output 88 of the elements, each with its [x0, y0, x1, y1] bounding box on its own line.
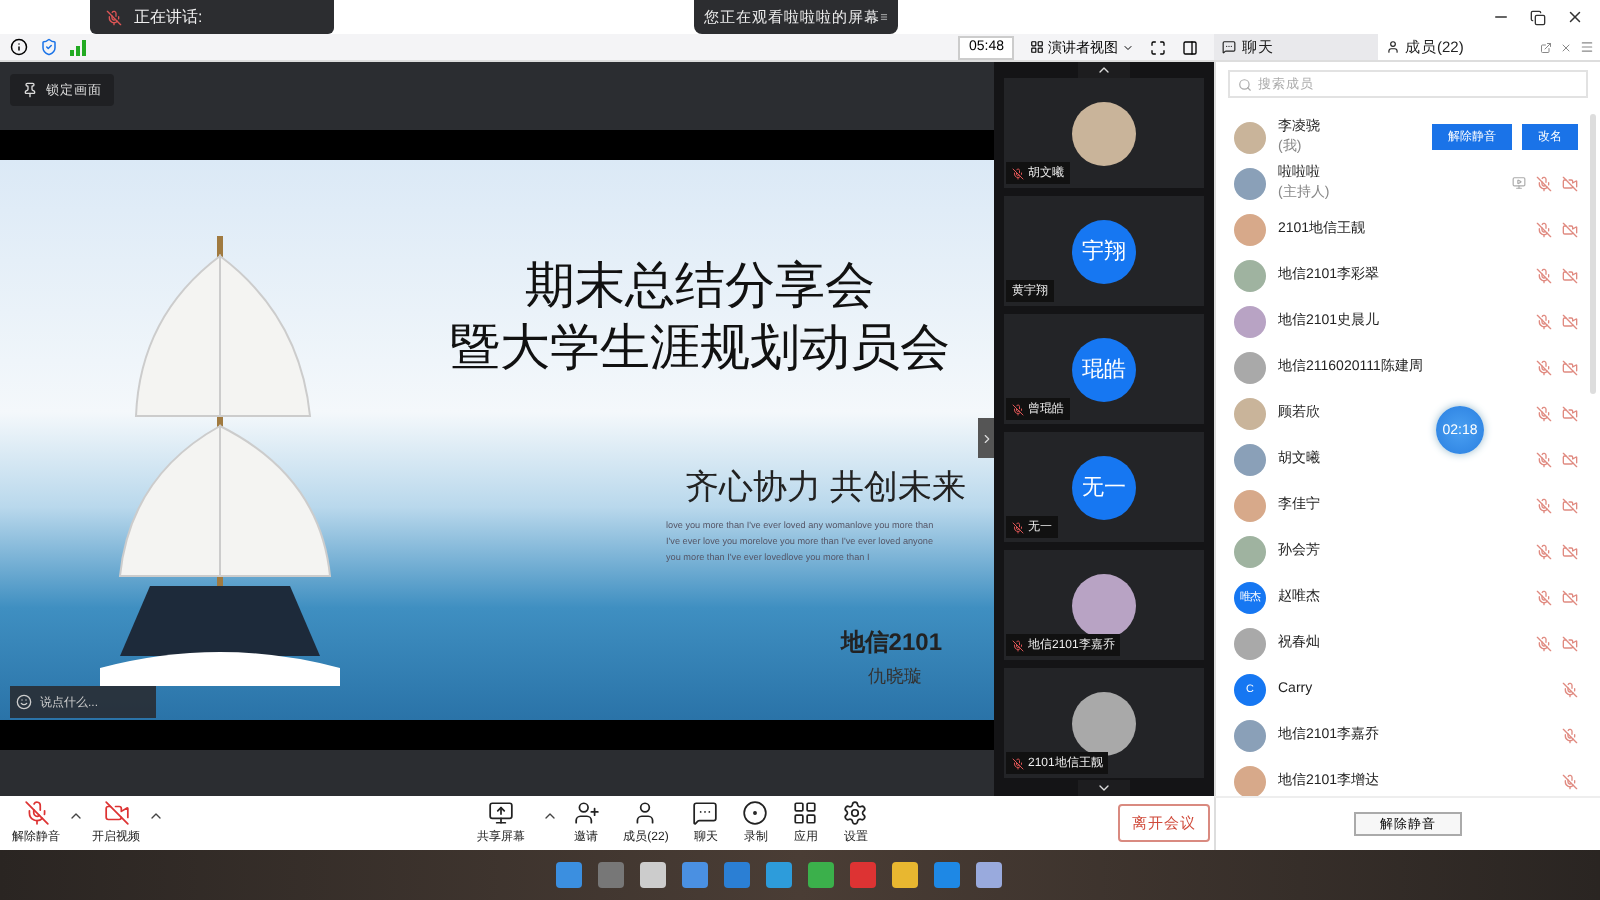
microphone-muted-icon[interactable] [1536, 359, 1552, 375]
speaking-label: 正在讲话: [134, 6, 203, 28]
person-icon [632, 800, 659, 826]
signal-icon [70, 39, 86, 55]
microphone-muted-icon [106, 9, 122, 25]
avatar-circle [1234, 719, 1266, 751]
slide-title: 期末总结分享会 [525, 256, 875, 318]
taskbar-app-icon[interactable] [976, 862, 1002, 888]
search-icon [1238, 77, 1252, 91]
taskbar-app-icon[interactable] [640, 862, 666, 888]
microphone-muted-icon[interactable] [1562, 727, 1578, 743]
person-icon [1385, 40, 1399, 54]
taskbar-app-icon[interactable] [682, 862, 708, 888]
microphone-muted-icon[interactable] [1536, 221, 1552, 237]
avatar-circle [1072, 573, 1136, 637]
avatar-circle [1234, 121, 1266, 153]
avatar-circle [1234, 765, 1266, 796]
microphone-muted-icon[interactable] [1536, 313, 1552, 329]
pin-icon [22, 82, 38, 98]
avatar-circle [1234, 489, 1266, 521]
close-icon[interactable] [1566, 8, 1584, 26]
microphone-muted-icon[interactable] [1562, 773, 1578, 789]
taskbar-app-icon[interactable] [724, 862, 750, 888]
camera-off-icon[interactable] [1562, 497, 1578, 513]
scroll-up-caret[interactable] [1078, 62, 1130, 78]
shield-icon[interactable] [40, 38, 58, 56]
scroll-down-caret[interactable] [1078, 780, 1130, 796]
camera-off-icon[interactable] [1562, 543, 1578, 559]
avatar-circle [1234, 213, 1266, 245]
slide-slogan: 齐心协力 共创未来 [684, 466, 966, 510]
expand-handle[interactable] [978, 418, 994, 458]
taskbar-app-icon[interactable] [892, 862, 918, 888]
microphone-muted-icon[interactable] [1562, 681, 1578, 697]
microphone-muted-icon[interactable] [1536, 589, 1552, 605]
record-icon [742, 800, 769, 826]
avatar-circle [1234, 397, 1266, 429]
share-screen-icon [488, 800, 515, 826]
menu-icon[interactable] [1580, 40, 1594, 54]
pop-out-icon[interactable] [1540, 41, 1552, 53]
microphone-muted-icon[interactable] [1536, 543, 1552, 559]
microphone-muted-icon [23, 800, 49, 826]
avatar-circle [1234, 443, 1266, 475]
avatar-circle [1234, 259, 1266, 291]
microphone-muted-icon[interactable] [1536, 497, 1552, 513]
info-icon[interactable] [10, 38, 28, 56]
camera-off-icon[interactable] [1562, 635, 1578, 651]
camera-off-icon[interactable] [1562, 313, 1578, 329]
microphone-muted-icon[interactable] [1536, 405, 1552, 421]
smile-icon[interactable] [16, 694, 32, 710]
caret-icon [1122, 41, 1134, 53]
camera-off-icon[interactable] [1562, 267, 1578, 283]
person-plus-icon [573, 800, 600, 826]
avatar-circle [1234, 305, 1266, 337]
avatar-circle [1072, 691, 1136, 755]
taskbar-app-icon[interactable] [808, 862, 834, 888]
initials-avatar: 无一 [1072, 455, 1136, 519]
taskbar-app-icon[interactable] [766, 862, 792, 888]
microphone-muted-icon[interactable] [1536, 635, 1552, 651]
taskbar-app-icon[interactable] [556, 862, 582, 888]
camera-off-icon [103, 800, 129, 826]
slide-class-name: 地信2101 [840, 626, 942, 660]
microphone-muted-icon[interactable] [1536, 267, 1552, 283]
avatar-circle [1072, 101, 1136, 165]
avatar-circle [1234, 535, 1266, 567]
avatar-circle [1234, 167, 1266, 199]
camera-off-icon[interactable] [1562, 589, 1578, 605]
microphone-muted-icon[interactable] [1536, 175, 1552, 191]
camera-off-icon[interactable] [1562, 451, 1578, 467]
apps-grid-icon [792, 800, 819, 826]
taskbar-app-icon[interactable] [934, 862, 960, 888]
camera-off-icon[interactable] [1562, 405, 1578, 421]
microphone-muted-icon[interactable] [1536, 451, 1552, 467]
avatar-circle [1234, 351, 1266, 383]
grid-icon [1030, 40, 1044, 54]
slide-author: 仇晓璇 [868, 664, 922, 690]
chat-bubble-icon [692, 800, 719, 826]
avatar-circle [1234, 627, 1266, 659]
camera-off-icon[interactable] [1562, 359, 1578, 375]
camera-off-icon[interactable] [1562, 221, 1578, 237]
chat-bubble-icon [1222, 40, 1236, 54]
camera-off-icon[interactable] [1562, 175, 1578, 191]
initials-avatar: 宇翔 [1072, 219, 1136, 283]
restore-icon[interactable] [1530, 9, 1546, 25]
settings-icon [842, 800, 869, 826]
side-panel-icon[interactable] [1182, 39, 1198, 55]
fullscreen-icon[interactable] [1150, 39, 1166, 55]
initials-avatar: 琨皓 [1072, 337, 1136, 401]
slide-title: 暨大学生涯规划动员会 [450, 318, 950, 380]
